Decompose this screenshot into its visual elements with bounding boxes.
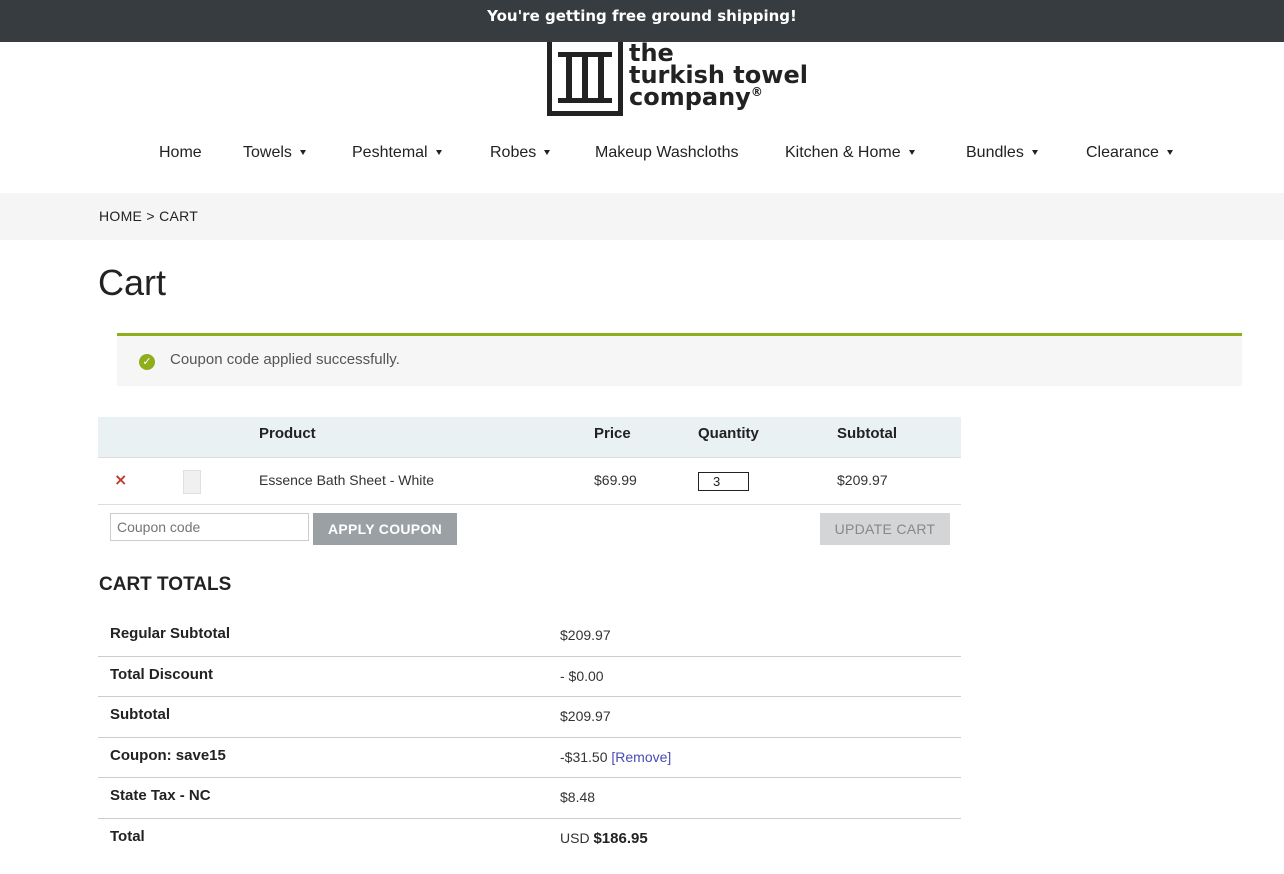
update-cart-button[interactable]: UPDATE CART <box>820 513 950 545</box>
totals-row-tax: State Tax - NC $8.48 <box>98 778 961 819</box>
logo-line-3: company <box>629 83 751 111</box>
coupon-value-wrap: -$31.50 [Remove] <box>560 749 671 765</box>
caret-down-icon <box>435 150 442 156</box>
regular-subtotal-label: Regular Subtotal <box>110 625 231 642</box>
check-circle-icon: ✓ <box>139 354 155 370</box>
caret-down-icon <box>544 150 551 156</box>
logo-mark-icon <box>547 42 623 116</box>
totals-row-coupon: Coupon: save15 -$31.50 [Remove] <box>98 738 961 778</box>
nav-item-robes[interactable]: Robes <box>490 142 551 164</box>
totals-row-total-discount: Total Discount - $0.00 <box>98 657 961 697</box>
nav-item-clearance[interactable]: Clearance <box>1086 142 1173 164</box>
header-price: Price <box>594 425 631 442</box>
quantity-input[interactable]: 3 <box>698 472 749 491</box>
caret-down-icon <box>1166 150 1173 156</box>
product-thumbnail[interactable] <box>183 470 201 494</box>
total-value: $186.95 <box>593 829 648 847</box>
nav-item-makeup-washcloths[interactable]: Makeup Washcloths <box>595 142 738 164</box>
coupon-label: Coupon: save15 <box>110 746 226 764</box>
total-discount-value: - $0.00 <box>560 667 604 684</box>
subtotal-label: Subtotal <box>110 706 170 723</box>
total-discount-label: Total Discount <box>110 665 214 683</box>
subtotal-value: $209.97 <box>560 708 611 724</box>
remove-coupon-link[interactable]: [Remove] <box>611 749 671 765</box>
cart-item-row: × Essence Bath Sheet - White $69.99 3 $2… <box>98 457 961 505</box>
cart-totals-title: CART TOTALS <box>99 574 232 595</box>
notice-text: Coupon code applied successfully. <box>170 351 400 368</box>
breadcrumb-separator: > <box>146 208 155 224</box>
item-subtotal: $209.97 <box>837 472 888 488</box>
breadcrumb: HOME > CART <box>99 208 198 224</box>
total-currency: USD <box>560 829 590 846</box>
header-product: Product <box>259 425 316 442</box>
remove-item-icon[interactable]: × <box>114 470 127 489</box>
caret-down-icon <box>908 150 915 156</box>
totals-row-subtotal: Subtotal $209.97 <box>98 697 961 738</box>
regular-subtotal-value: $209.97 <box>560 627 611 643</box>
cart-totals-table: Regular Subtotal $209.97 Total Discount … <box>98 616 961 859</box>
header-subtotal: Subtotal <box>837 425 897 442</box>
caret-down-icon <box>1031 150 1038 156</box>
nav-item-towels[interactable]: Towels <box>243 142 306 164</box>
registered-mark: ® <box>750 85 763 99</box>
main-nav: Home Towels Peshtemal Robes Makeup Washc… <box>0 142 1284 166</box>
totals-row-regular-subtotal: Regular Subtotal $209.97 <box>98 616 961 657</box>
tax-value: $8.48 <box>560 789 596 805</box>
breadcrumb-home[interactable]: HOME <box>99 208 142 224</box>
apply-coupon-button[interactable]: APPLY COUPON <box>313 513 457 545</box>
coupon-value: -$31.50 <box>560 748 608 765</box>
header-quantity: Quantity <box>698 425 759 442</box>
coupon-code-input[interactable] <box>110 513 309 541</box>
shipping-banner-text: You're getting free ground shipping! <box>487 7 797 25</box>
caret-down-icon <box>299 150 306 156</box>
total-value-wrap: USD $186.95 <box>560 830 648 847</box>
nav-item-home[interactable]: Home <box>159 142 202 164</box>
nav-item-peshtemal[interactable]: Peshtemal <box>352 142 442 164</box>
nav-item-bundles[interactable]: Bundles <box>966 142 1038 164</box>
tax-label: State Tax - NC <box>110 787 211 804</box>
page-title: Cart <box>98 262 167 303</box>
site-logo[interactable]: the turkish towel company® <box>547 41 808 116</box>
coupon-success-notice: ✓ Coupon code applied successfully. <box>117 333 1242 386</box>
totals-row-total: Total USD $186.95 <box>98 819 961 860</box>
shipping-banner: You're getting free ground shipping! <box>0 0 1284 42</box>
item-price: $69.99 <box>594 472 637 488</box>
product-name-link[interactable]: Essence Bath Sheet - White <box>259 472 434 488</box>
breadcrumb-current: CART <box>159 208 199 224</box>
cart-table-header: Product Price Quantity Subtotal <box>98 417 961 457</box>
total-label: Total <box>110 827 145 845</box>
nav-item-kitchen-home[interactable]: Kitchen & Home <box>785 142 915 164</box>
logo-wordmark: the turkish towel company® <box>629 41 808 111</box>
cart-table: Product Price Quantity Subtotal × Essenc… <box>98 417 961 505</box>
